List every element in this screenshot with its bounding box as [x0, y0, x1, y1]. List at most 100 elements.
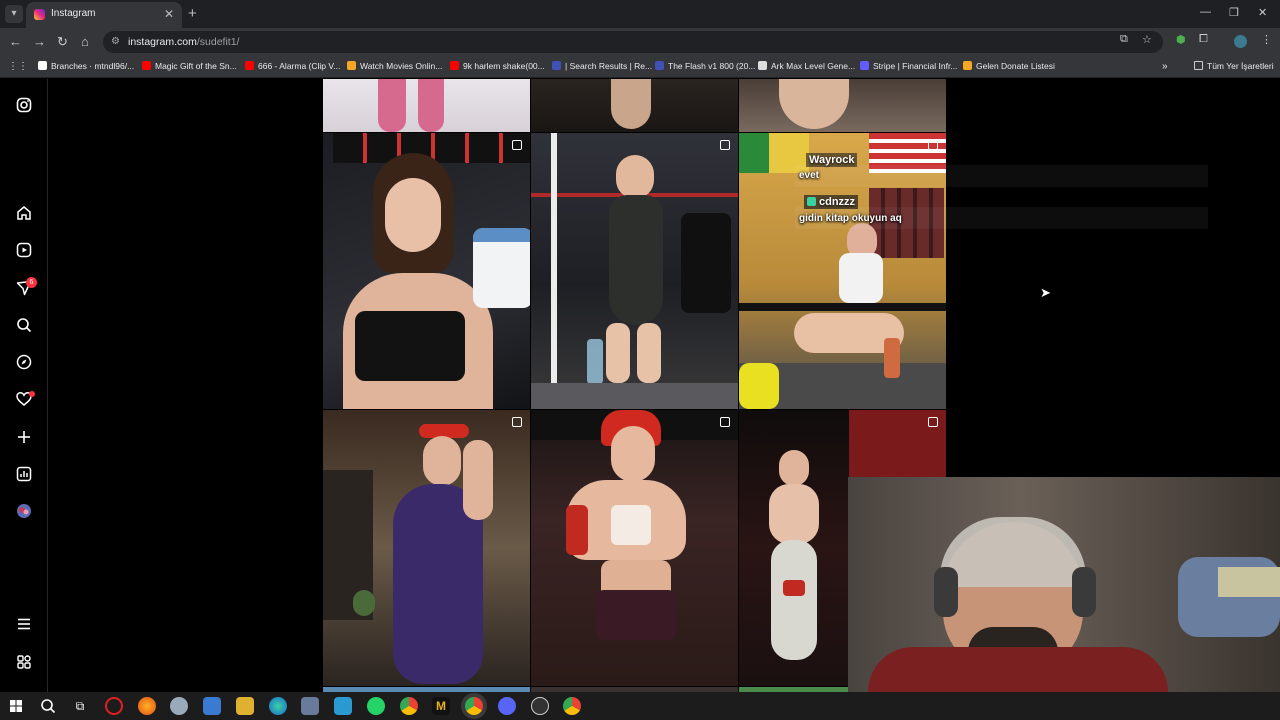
- minimize-icon[interactable]: —: [1200, 6, 1211, 18]
- url-text[interactable]: instagram.com/sudefit1/: [128, 36, 239, 48]
- firefox-icon[interactable]: [138, 697, 156, 715]
- restore-icon[interactable]: ❐: [1229, 6, 1239, 19]
- multiple-posts-icon: [512, 140, 522, 150]
- bookmark-favicon-icon: [552, 61, 561, 70]
- whatsapp-icon[interactable]: [367, 697, 385, 715]
- url-bar[interactable]: ⚙ instagram.com/sudefit1/: [103, 31, 1163, 53]
- browser-tab-bar: ▾ Instagram ✕ + — ❐ ✕: [0, 0, 1280, 28]
- more-icon[interactable]: [14, 614, 34, 634]
- multiple-posts-icon: [720, 140, 730, 150]
- bookmark-item[interactable]: 9k harlem shake(00...: [450, 61, 545, 71]
- chat-message: evet: [799, 170, 820, 181]
- address-toolbar: ← → ↻ ⌂ ⚙ instagram.com/sudefit1/ ⧉ ☆ ⬢ …: [0, 28, 1280, 56]
- bookmark-item[interactable]: Stripe | Financial Infr...: [860, 61, 957, 71]
- bookmark-item[interactable]: | Search Results | Re...: [552, 61, 652, 71]
- bookmark-item[interactable]: The Flash v1 800 (20...: [655, 61, 755, 71]
- webcam-overlay: [848, 477, 1280, 692]
- multiple-posts-icon: [512, 417, 522, 427]
- threads-icon[interactable]: [14, 652, 34, 672]
- browser-tab[interactable]: Instagram ✕: [26, 2, 182, 28]
- instagram-sidebar: 6: [0, 79, 48, 692]
- file-explorer-icon[interactable]: [236, 697, 254, 715]
- post-thumbnail[interactable]: [739, 79, 946, 132]
- post-thumbnail[interactable]: [323, 79, 530, 132]
- notification-dot: [29, 391, 35, 397]
- bookmark-item[interactable]: 666 - Alarma (Clip V...: [245, 61, 340, 71]
- bookmark-item[interactable]: Gelen Donate Listesi: [963, 61, 1055, 71]
- search-icon[interactable]: [14, 315, 34, 335]
- bookmark-item[interactable]: Branches · mtndl96/...: [38, 61, 134, 71]
- bookmark-favicon-icon: [860, 61, 869, 70]
- create-icon[interactable]: [14, 427, 34, 447]
- bookmark-item[interactable]: Ark Max Level Gene...: [758, 61, 855, 71]
- multiple-posts-icon: [928, 140, 938, 150]
- instagram-icon[interactable]: [14, 95, 34, 115]
- post-thumbnail[interactable]: [323, 133, 530, 409]
- apps-grid-icon[interactable]: ⋮⋮: [8, 61, 28, 72]
- chat-message: gidin kitap okuyun aq: [799, 213, 902, 224]
- messages-badge: 6: [26, 277, 37, 288]
- chrome-icon[interactable]: [563, 697, 581, 715]
- all-bookmarks-folder[interactable]: Tüm Yer İşaretleri: [1194, 61, 1274, 71]
- site-info-icon[interactable]: ⚙: [111, 36, 120, 47]
- chat-badge-icon: [807, 197, 816, 206]
- window-close-icon[interactable]: ✕: [1258, 6, 1267, 19]
- close-tab-icon[interactable]: ✕: [164, 7, 174, 21]
- opera-icon[interactable]: [105, 697, 123, 715]
- bookmark-favicon-icon: [963, 61, 972, 70]
- post-thumbnail[interactable]: [531, 79, 738, 132]
- app-icon[interactable]: [301, 697, 319, 715]
- edge-icon[interactable]: [269, 697, 287, 715]
- profile-avatar[interactable]: [14, 501, 34, 521]
- task-view-icon[interactable]: ⧉: [71, 697, 89, 715]
- install-app-icon[interactable]: ⧉: [1120, 33, 1128, 46]
- bookmark-star-icon[interactable]: ☆: [1142, 33, 1152, 46]
- chat-username: Wayrock: [806, 153, 858, 167]
- back-icon[interactable]: ←: [9, 34, 22, 49]
- home-icon[interactable]: ⌂: [81, 34, 89, 49]
- tab-title: Instagram: [51, 8, 96, 19]
- chrome-icon[interactable]: [400, 697, 418, 715]
- post-thumbnail[interactable]: [531, 133, 738, 409]
- mouse-cursor-icon: ➤: [1040, 285, 1051, 300]
- shield-extension-icon[interactable]: ⬢: [1176, 33, 1186, 46]
- app-icon[interactable]: [334, 697, 352, 715]
- profile-icon[interactable]: [1234, 35, 1247, 48]
- explore-icon[interactable]: [14, 352, 34, 372]
- chat-overlay-row: [795, 165, 1208, 187]
- forward-icon[interactable]: →: [33, 34, 46, 49]
- instagram-favicon-icon: [34, 9, 45, 20]
- app-icon[interactable]: [498, 697, 516, 715]
- bookmark-favicon-icon: [655, 61, 664, 70]
- post-thumbnail[interactable]: [531, 410, 738, 686]
- new-tab-button[interactable]: +: [188, 5, 197, 22]
- m-app-icon[interactable]: M: [432, 697, 450, 715]
- reload-icon[interactable]: ↻: [57, 34, 68, 50]
- chrome-menu-icon[interactable]: ⋮: [1261, 33, 1272, 46]
- bookmark-favicon-icon: [450, 61, 459, 70]
- bookmark-favicon-icon: [38, 61, 47, 70]
- post-thumbnail[interactable]: [323, 410, 530, 686]
- multiple-posts-icon: [720, 417, 730, 427]
- chat-username: cdnzzz: [804, 195, 859, 209]
- bookmark-item[interactable]: Magic Gift of the Sn...: [142, 61, 237, 71]
- bookmark-favicon-icon: [347, 61, 356, 70]
- app-icon[interactable]: [170, 697, 188, 715]
- bookmarks-bar: ⋮⋮ Branches · mtndl96/... Magic Gift of …: [0, 56, 1280, 78]
- taskbar: ⧉ M: [0, 692, 1280, 720]
- store-icon[interactable]: [203, 697, 221, 715]
- search-icon[interactable]: [39, 697, 57, 715]
- windows-start-icon[interactable]: [7, 697, 25, 715]
- multiple-posts-icon: [928, 417, 938, 427]
- bookmark-favicon-icon: [758, 61, 767, 70]
- more-bookmarks-icon[interactable]: »: [1162, 61, 1168, 72]
- reels-icon[interactable]: [14, 240, 34, 260]
- chrome-icon[interactable]: [465, 697, 483, 715]
- home-icon[interactable]: [14, 203, 34, 223]
- dashboard-icon[interactable]: [14, 464, 34, 484]
- tab-search-button[interactable]: ▾: [5, 5, 23, 23]
- bookmark-item[interactable]: Watch Movies Onlin...: [347, 61, 442, 71]
- bookmark-favicon-icon: [245, 61, 254, 70]
- app-icon[interactable]: [531, 697, 549, 715]
- extensions-icon[interactable]: ⧠: [1199, 33, 1208, 46]
